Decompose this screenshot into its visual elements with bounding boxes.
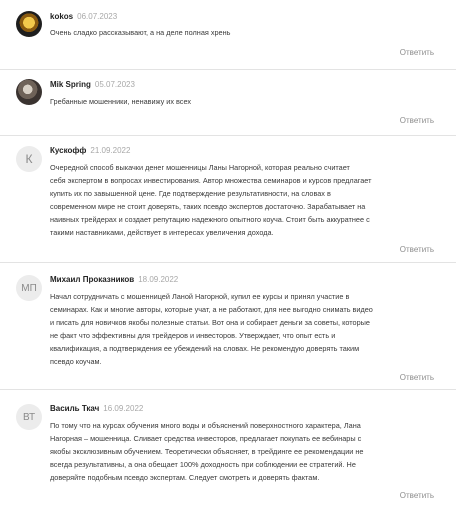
comment-header: kokos 06.07.2023: [50, 12, 117, 22]
author-name[interactable]: Mik Spring: [50, 80, 91, 89]
comment-list: kokos 06.07.2023 Очень сладко рассказываю…: [0, 0, 456, 512]
comment-line: Очередной способ выкачки денег мошенницы…: [50, 163, 350, 172]
comment-line: Очень сладко рассказывают, а на деле пол…: [50, 28, 231, 37]
comment-line: такими наставниками, действует в интерес…: [50, 228, 274, 237]
avatar: [16, 79, 42, 105]
comment-line: Гребанные мошенники, ненавижу их всех: [50, 97, 191, 106]
comment-item: kokos 06.07.2023 Очень сладко рассказываю…: [0, 0, 456, 70]
comment-line: Начал сотрудничать с мошенницей Ланой На…: [50, 292, 350, 301]
reply-button[interactable]: Ответить: [400, 491, 434, 500]
avatar: [16, 11, 42, 37]
comment-line: не факт что эффективны для трейдеров и и…: [50, 331, 336, 340]
comment-line: Нагорная – мошенница. Сливает средства и…: [50, 434, 362, 443]
comment-header: Михаил Проказников 18.09.2022: [50, 275, 178, 285]
comment-item: К Кускофф 21.09.2022 Очередной способ вык…: [0, 136, 456, 261]
comment-line: доверяйте подобным псевдо экспертам. Сле…: [50, 473, 320, 482]
comment-line: наивных трейдерах и создает репутацию на…: [50, 215, 370, 224]
comment-line: квалификация, а подтверждения ее убежден…: [50, 344, 360, 353]
author-name[interactable]: kokos: [50, 12, 73, 21]
avatar: ВТ: [16, 404, 42, 430]
comment-text: По тому что на курсах обучения много вод…: [50, 419, 440, 484]
comment-line: По тому что на курсах обучения много вод…: [50, 421, 361, 430]
comment-date: 21.09.2022: [90, 146, 131, 155]
reply-button[interactable]: Ответить: [400, 373, 434, 382]
comment-line: семинарах. Как и многие авторы, которые …: [50, 305, 373, 314]
comment-date: 16.09.2022: [103, 404, 144, 413]
comment-header: Василь Ткач 16.09.2022: [50, 404, 143, 414]
author-name[interactable]: Михаил Проказников: [50, 275, 134, 284]
comment-item: ВТ Василь Ткач 16.09.2022 По тому что на …: [0, 390, 456, 512]
reply-button[interactable]: Ответить: [400, 245, 434, 254]
comment-line: себя экспертом в вопросах инвестирования…: [50, 176, 372, 185]
comment-text: Очень сладко рассказывают, а на деле пол…: [50, 26, 440, 39]
comment-line: псевдо коучам.: [50, 357, 102, 366]
comment-item: Mik Spring 05.07.2023 Гребанные мошенники…: [0, 70, 456, 140]
comment-date: 18.09.2022: [138, 275, 179, 284]
comment-header: Mik Spring 05.07.2023: [50, 80, 135, 90]
avatar: К: [16, 146, 42, 172]
comment-text: Начал сотрудничать с мошенницей Ланой На…: [50, 290, 440, 368]
comment-line: и писать для новичков якобы полезные ста…: [50, 318, 370, 327]
comment-line: всегда результативны, а она обещает 100%…: [50, 460, 356, 469]
comment-text: Гребанные мошенники, ненавижу их всех: [50, 95, 440, 108]
comment-line: современном мире не стоит доверять, таки…: [50, 202, 366, 211]
comment-date: 05.07.2023: [94, 80, 135, 89]
author-name[interactable]: Кускофф: [50, 146, 86, 155]
reply-button[interactable]: Ответить: [400, 48, 434, 57]
comment-header: Кускофф 21.09.2022: [50, 146, 130, 156]
author-name[interactable]: Василь Ткач: [50, 404, 99, 413]
comment-text: Очередной способ выкачки денег мошенницы…: [50, 161, 440, 239]
comment-item: МП Михаил Проказников 18.09.2022 Начал со…: [0, 263, 456, 388]
reply-button[interactable]: Ответить: [400, 116, 434, 125]
comment-line: купить их по завышенной цене. Где подтве…: [50, 189, 331, 198]
comment-date: 06.07.2023: [77, 12, 118, 21]
avatar: МП: [16, 275, 42, 301]
comment-line: якобы эксклюзивным обучением. Теоретичес…: [50, 447, 364, 456]
